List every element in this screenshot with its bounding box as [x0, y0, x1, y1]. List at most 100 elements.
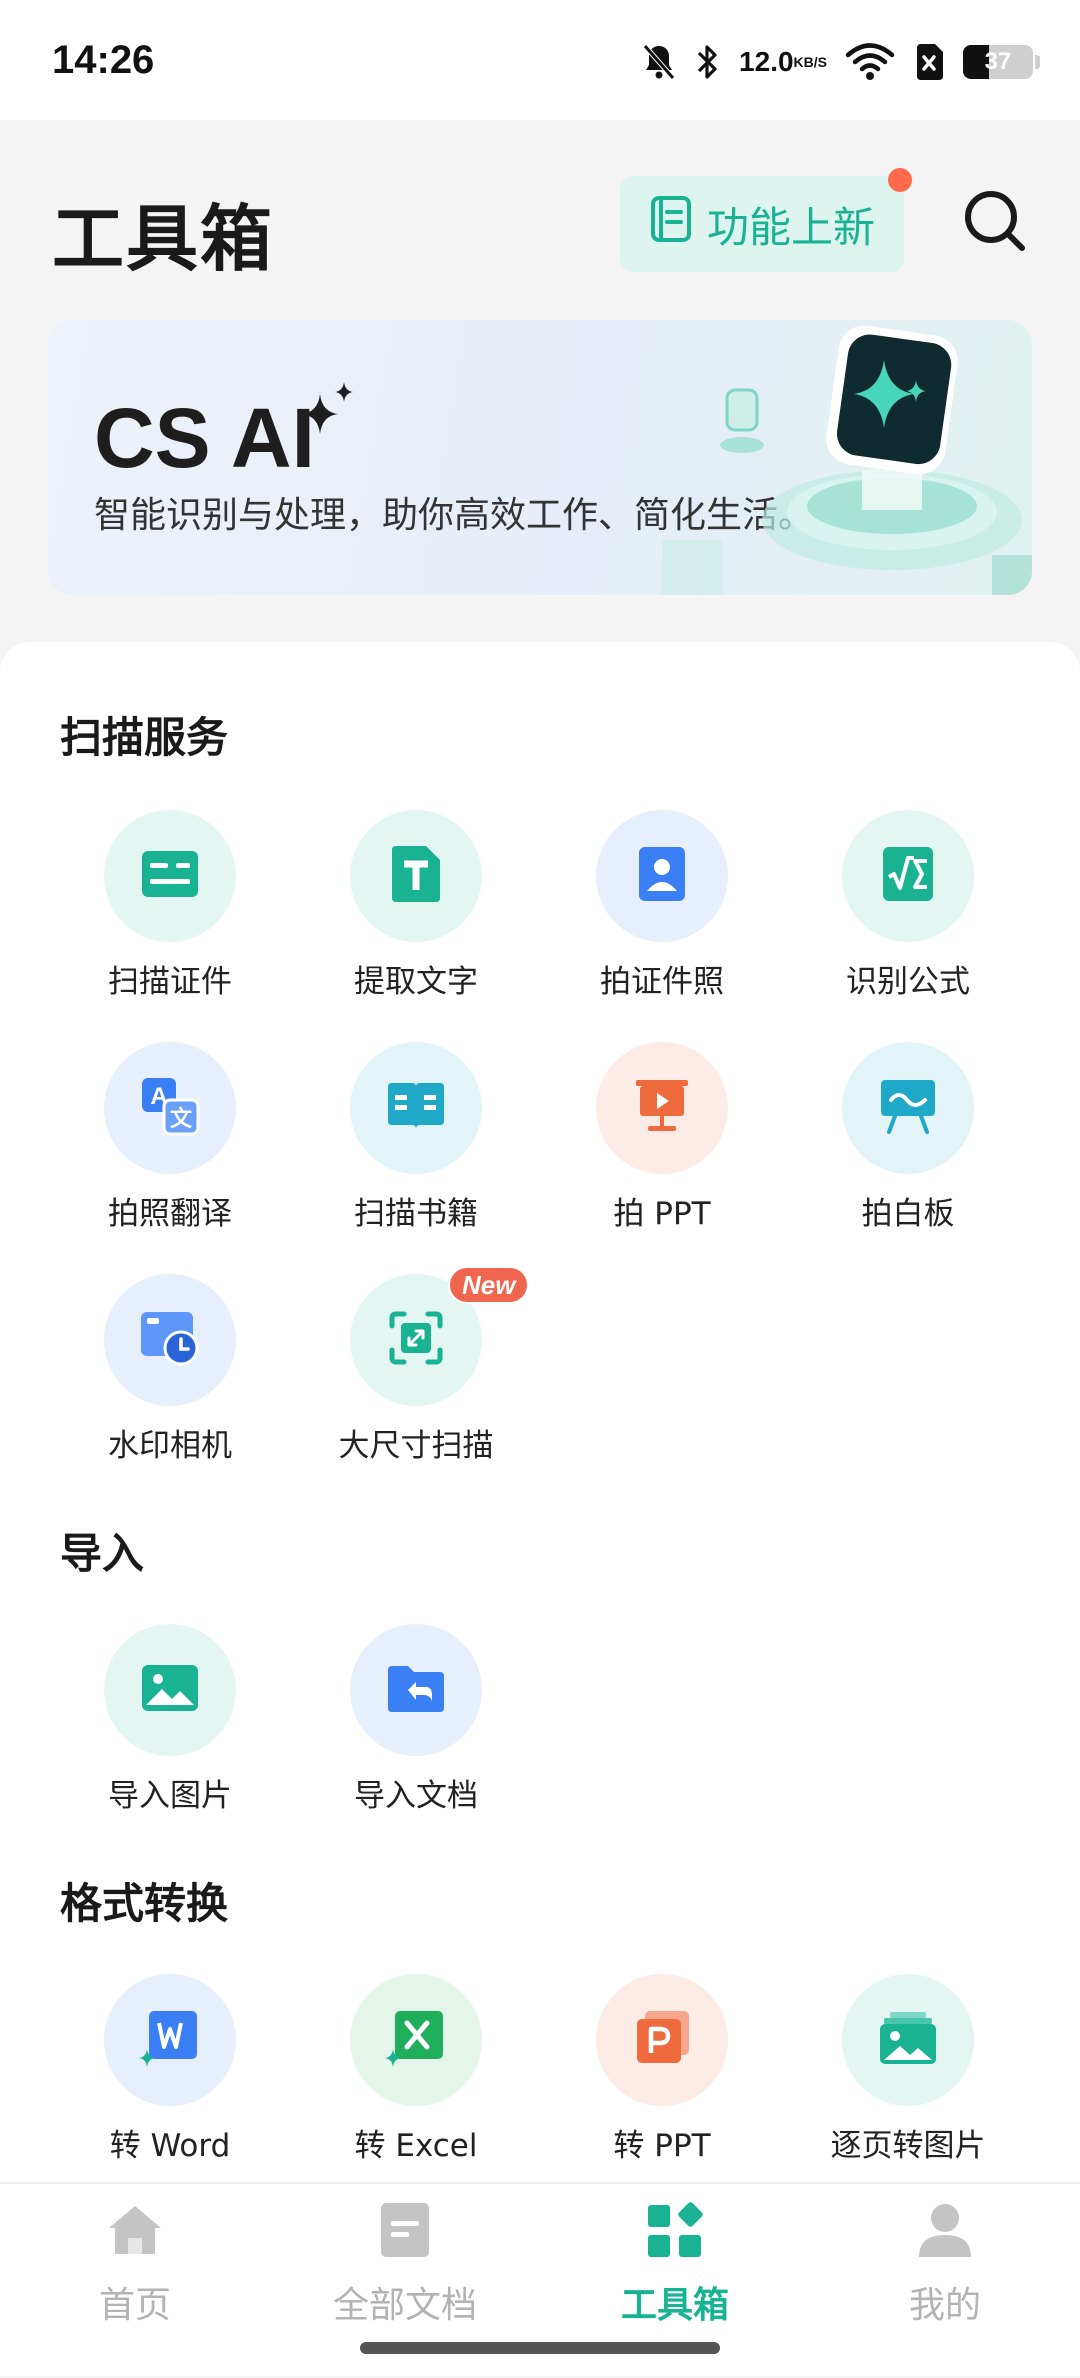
- tool-icon-bg: New: [350, 1266, 530, 1406]
- tool-scan-book[interactable]: 扫描书籍: [293, 1042, 539, 1233]
- toolbox-icon: [643, 2198, 707, 2262]
- tool-photo-ppt[interactable]: 拍 PPT: [539, 1042, 785, 1233]
- tool-icon-bg: [104, 1274, 236, 1406]
- tool-formula[interactable]: 识别公式: [785, 810, 1031, 1001]
- svg-text:文: 文: [170, 1106, 193, 1132]
- tool-to-word[interactable]: 转 Word: [47, 1974, 293, 2165]
- tool-label: 拍 PPT: [613, 1196, 711, 1232]
- formula-icon: [881, 845, 935, 907]
- tool-icon-bg: [596, 810, 728, 942]
- mute-bell-icon: [641, 42, 677, 82]
- translate-icon: A文: [140, 1076, 200, 1140]
- home-icon: [103, 2198, 167, 2262]
- new-features-label: 功能上新: [706, 202, 875, 252]
- status-time: 14:26: [52, 38, 155, 82]
- document-list-icon: [649, 194, 693, 254]
- tool-label: 扫描书籍: [354, 1196, 478, 1232]
- tool-import-document[interactable]: 导入文档: [293, 1624, 539, 1815]
- battery-icon: 37: [963, 45, 1033, 79]
- tool-scan-id[interactable]: 扫描证件: [47, 810, 293, 1001]
- page-header: 工具箱 功能上新: [0, 120, 1080, 320]
- tool-to-ppt[interactable]: 转 PPT: [539, 1974, 785, 2165]
- tool-photo-translate[interactable]: A文 拍照翻译: [47, 1042, 293, 1233]
- net-speed-unit: KB/S: [793, 54, 827, 70]
- id-card-icon: [140, 849, 200, 903]
- tool-label: 逐页转图片: [830, 2128, 986, 2164]
- excel-icon: [385, 2009, 447, 2071]
- section-title-convert: 格式转换: [60, 1879, 229, 1928]
- tab-label: 工具箱: [620, 2285, 729, 2326]
- net-speed-value: 12.0: [739, 46, 794, 77]
- tool-label: 拍证件照: [600, 964, 724, 1000]
- tool-label: 导入图片: [108, 1778, 232, 1814]
- tool-icon-bg: A文: [104, 1042, 236, 1174]
- tool-large-scan[interactable]: New 大尺寸扫描: [293, 1266, 539, 1465]
- home-indicator[interactable]: [360, 2342, 720, 2354]
- search-button[interactable]: [960, 186, 1030, 256]
- search-icon: [960, 191, 1030, 260]
- text-extract-icon: [390, 844, 442, 908]
- tab-profile[interactable]: 我的: [810, 2184, 1080, 2378]
- tool-icon-bg: [350, 1042, 482, 1174]
- tools-panel: 扫描服务 扫描证件 提取文字 拍证件照 识别公式 A 文 拍照翻译 扫描书籍 拍…: [0, 642, 1080, 2182]
- ppt-projector-icon: [634, 1078, 690, 1138]
- tool-icon-bg: [842, 1974, 974, 2106]
- tool-watermark-camera[interactable]: 水印相机: [47, 1274, 293, 1465]
- tab-label: 我的: [908, 2285, 981, 2326]
- tab-home[interactable]: 首页: [0, 2184, 270, 2378]
- tool-label: 扫描证件: [108, 964, 232, 1000]
- tool-label: 导入文档: [354, 1778, 478, 1814]
- tool-to-excel[interactable]: 转 Excel: [293, 1974, 539, 2165]
- image-import-icon: [140, 1663, 200, 1717]
- wifi-icon: [845, 42, 895, 82]
- tool-icon-bg: [596, 1042, 728, 1174]
- section-title-scan: 扫描服务: [60, 713, 229, 762]
- tool-import-image[interactable]: 导入图片: [47, 1624, 293, 1815]
- status-icons: 12.0 KB/S 37: [641, 36, 1040, 88]
- net-speed: 12.0 KB/S: [739, 48, 827, 76]
- tool-icon-bg: [596, 1974, 728, 2106]
- whiteboard-icon: [879, 1078, 937, 1138]
- tab-label: 全部文档: [332, 2285, 477, 2326]
- tool-label: 提取文字: [354, 964, 478, 1000]
- profile-icon: [913, 2198, 977, 2262]
- folder-import-icon: [386, 1662, 446, 1718]
- tool-icon-bg: [350, 1624, 482, 1756]
- tool-pages-to-image[interactable]: 逐页转图片: [785, 1974, 1031, 2165]
- tool-icon-bg: [350, 1974, 482, 2106]
- tool-label: 水印相机: [108, 1428, 232, 1464]
- watermark-camera-icon: [139, 1310, 201, 1370]
- tool-label: 拍照翻译: [108, 1196, 232, 1232]
- new-badge: New: [448, 1266, 530, 1304]
- tool-icon-bg: [104, 810, 236, 942]
- tool-label: 识别公式: [846, 964, 970, 1000]
- pages-to-image-icon: [878, 2010, 938, 2070]
- bluetooth-icon: [695, 42, 721, 82]
- new-features-button[interactable]: 功能上新: [620, 176, 904, 272]
- banner-title: CS AI: [94, 391, 315, 485]
- book-icon: [386, 1081, 446, 1135]
- tool-icon-bg: [842, 810, 974, 942]
- ppt-icon: [633, 2009, 691, 2071]
- large-scan-icon: [388, 1310, 444, 1370]
- tool-whiteboard[interactable]: 拍白板: [785, 1042, 1031, 1233]
- sim-off-icon: [913, 42, 945, 82]
- cs-ai-banner[interactable]: CS AI 智能识别与处理，助你高效工作、简化生活。: [48, 320, 1032, 595]
- tool-label: 转 PPT: [613, 2128, 711, 2164]
- notification-dot: [888, 168, 912, 192]
- tool-icon-bg: [350, 810, 482, 942]
- tool-icon-bg: [842, 1042, 974, 1174]
- ai-illustration: [662, 320, 1032, 595]
- tool-extract-text[interactable]: 提取文字: [293, 810, 539, 1001]
- tool-label: 大尺寸扫描: [338, 1428, 494, 1464]
- document-icon: [373, 2198, 437, 2262]
- tool-icon-bg: [104, 1624, 236, 1756]
- section-title-import: 导入: [60, 1529, 145, 1578]
- tool-id-photo[interactable]: 拍证件照: [539, 810, 785, 1001]
- page-title: 工具箱: [52, 197, 275, 281]
- tool-label: 转 Excel: [354, 2128, 478, 2164]
- tool-label: 转 Word: [109, 2128, 231, 2164]
- tool-label: 拍白板: [861, 1196, 955, 1232]
- tab-label: 首页: [98, 2285, 171, 2326]
- word-icon: [139, 2009, 201, 2071]
